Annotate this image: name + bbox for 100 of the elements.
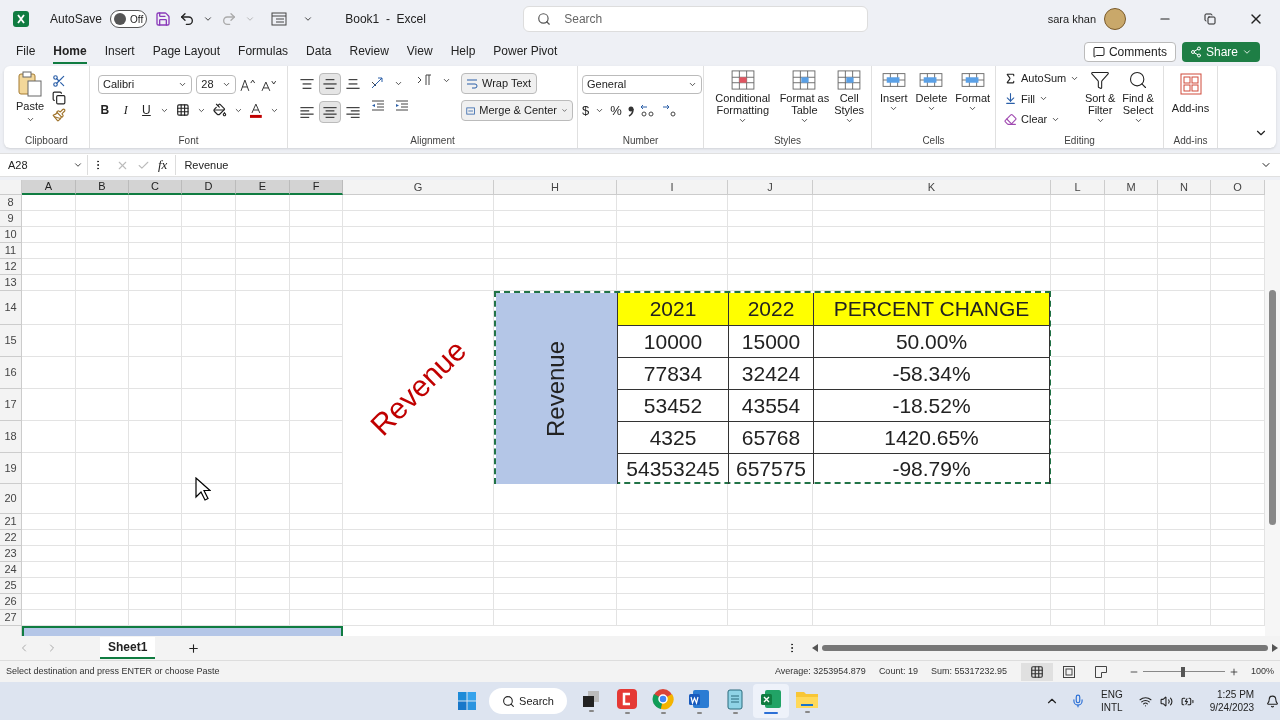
empty-cell[interactable] — [76, 530, 129, 546]
column-header[interactable]: L — [1051, 180, 1105, 195]
empty-cell[interactable] — [494, 594, 617, 610]
start-icon[interactable] — [457, 691, 477, 711]
empty-cell[interactable] — [813, 562, 1051, 578]
empty-cell[interactable] — [76, 291, 129, 325]
empty-cell[interactable] — [494, 578, 617, 594]
empty-cell[interactable] — [813, 514, 1051, 530]
empty-cell[interactable] — [728, 259, 813, 275]
paste-button[interactable]: Paste — [12, 70, 48, 132]
empty-cell[interactable] — [290, 578, 343, 594]
empty-cell[interactable] — [290, 291, 343, 325]
empty-cell[interactable] — [76, 546, 129, 562]
empty-cell[interactable] — [290, 514, 343, 530]
row-header[interactable]: 22 — [0, 530, 22, 546]
empty-cell[interactable] — [617, 227, 728, 243]
empty-cell[interactable] — [813, 195, 1051, 211]
empty-cell[interactable] — [129, 291, 182, 325]
empty-cell[interactable] — [494, 530, 617, 546]
empty-cell[interactable] — [343, 530, 494, 546]
empty-cell[interactable] — [617, 546, 728, 562]
row-header[interactable]: 19 — [0, 453, 22, 484]
indent-decrease-icon[interactable] — [370, 99, 386, 113]
empty-cell[interactable] — [1105, 578, 1158, 594]
comments-button[interactable]: Comments — [1083, 42, 1176, 62]
empty-cell[interactable] — [1051, 578, 1105, 594]
row-header[interactable]: 26 — [0, 594, 22, 610]
empty-cell[interactable] — [1105, 514, 1158, 530]
empty-cell[interactable] — [728, 211, 813, 227]
empty-cell[interactable] — [1051, 453, 1105, 484]
font-size-field[interactable]: 28 — [196, 75, 236, 94]
empty-cell[interactable] — [1051, 546, 1105, 562]
empty-cell[interactable] — [182, 389, 236, 421]
empty-cell[interactable] — [182, 530, 236, 546]
column-header[interactable]: O — [1211, 180, 1265, 195]
row-header[interactable]: 9 — [0, 211, 22, 227]
customize-icon[interactable] — [303, 14, 314, 24]
empty-cell[interactable] — [1051, 211, 1105, 227]
empty-cell[interactable] — [76, 211, 129, 227]
ribbon-tab[interactable]: Review — [349, 40, 389, 64]
increase-font-icon[interactable] — [239, 77, 258, 92]
empty-cell[interactable] — [1158, 227, 1211, 243]
empty-cell[interactable] — [728, 578, 813, 594]
save-icon[interactable] — [155, 11, 172, 27]
scroll-right-icon[interactable] — [1272, 644, 1279, 652]
empty-cell[interactable] — [494, 546, 617, 562]
empty-cell[interactable] — [1158, 610, 1211, 626]
empty-cell[interactable] — [236, 594, 290, 610]
empty-cell[interactable] — [1158, 594, 1211, 610]
comma-icon[interactable] — [627, 104, 634, 117]
column-header[interactable]: C — [129, 180, 182, 195]
empty-cell[interactable] — [290, 421, 343, 453]
paragraph-direction-icon[interactable] — [416, 73, 434, 87]
empty-cell[interactable] — [813, 530, 1051, 546]
empty-cell[interactable] — [236, 389, 290, 421]
empty-cell[interactable] — [343, 594, 494, 610]
empty-cell[interactable] — [76, 421, 129, 453]
select-all-corner[interactable] — [0, 180, 22, 195]
empty-cell[interactable] — [813, 594, 1051, 610]
ribbon-tab[interactable]: Power Pivot — [493, 40, 558, 64]
format-painter-icon[interactable] — [52, 108, 66, 122]
empty-cell[interactable] — [129, 421, 182, 453]
empty-cell[interactable] — [290, 530, 343, 546]
empty-cell[interactable] — [76, 275, 129, 291]
taskbar-search[interactable]: Search — [489, 688, 567, 714]
empty-cell[interactable] — [617, 243, 728, 259]
empty-cell[interactable] — [236, 578, 290, 594]
empty-cell[interactable] — [1158, 389, 1211, 421]
style-button[interactable]: Conditional Formatting — [708, 70, 778, 125]
empty-cell[interactable] — [1158, 291, 1211, 325]
empty-cell[interactable] — [76, 357, 129, 389]
cells-button[interactable]: Insert — [876, 70, 912, 113]
column-header[interactable]: G — [343, 180, 494, 195]
empty-cell[interactable] — [290, 275, 343, 291]
empty-cell[interactable] — [1051, 357, 1105, 389]
empty-cell[interactable] — [290, 325, 343, 357]
empty-cell[interactable] — [728, 195, 813, 211]
empty-cell[interactable] — [129, 275, 182, 291]
empty-cell[interactable] — [76, 243, 129, 259]
column-header[interactable]: N — [1158, 180, 1211, 195]
wifi-icon[interactable] — [1138, 694, 1152, 708]
redo-icon[interactable] — [221, 11, 238, 27]
currency-button[interactable]: $ — [582, 101, 590, 121]
empty-cell[interactable] — [1158, 243, 1211, 259]
empty-cell[interactable] — [1051, 610, 1105, 626]
empty-cell[interactable] — [1051, 275, 1105, 291]
empty-cell[interactable] — [182, 259, 236, 275]
row-header[interactable]: 8 — [0, 195, 22, 211]
empty-cell[interactable] — [1158, 578, 1211, 594]
empty-cell[interactable] — [236, 211, 290, 227]
empty-cell[interactable] — [617, 259, 728, 275]
merge-center-button[interactable]: Merge & Center — [461, 100, 573, 121]
ribbon-tab[interactable]: Formulas — [238, 40, 289, 64]
empty-cell[interactable] — [76, 578, 129, 594]
volume-icon[interactable] — [1159, 694, 1173, 708]
empty-cell[interactable] — [1051, 227, 1105, 243]
empty-cell[interactable] — [343, 243, 494, 259]
empty-cell[interactable] — [236, 325, 290, 357]
empty-cell[interactable] — [129, 546, 182, 562]
empty-cell[interactable] — [182, 514, 236, 530]
